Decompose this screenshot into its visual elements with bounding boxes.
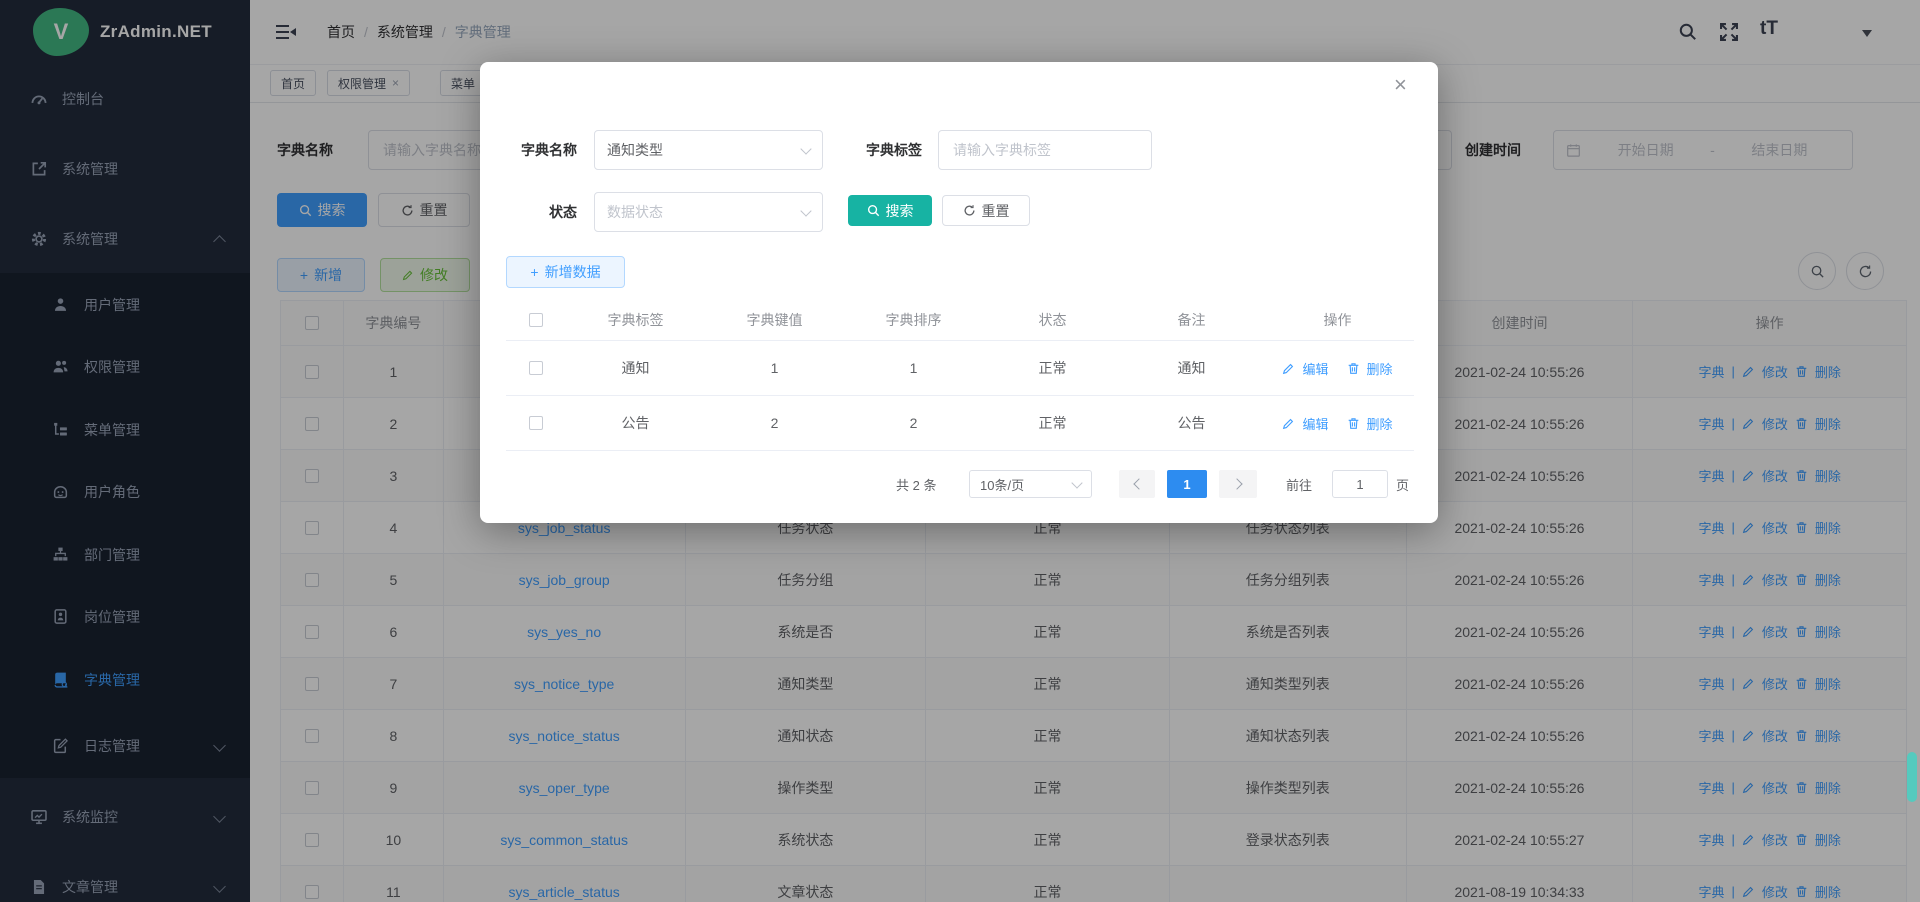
dict-data-table-header: 字典标签 字典键值 字典排序 状态 备注 操作 — [506, 300, 1414, 341]
goto-unit-label: 页 — [1396, 470, 1409, 498]
chevron-down-icon — [800, 205, 811, 216]
dict-data-row: 公告 2 2 正常 公告 编辑 删除 — [506, 396, 1414, 451]
chevron-down-icon — [1071, 477, 1082, 488]
cell-dict-status: 正常 — [983, 341, 1122, 395]
modal-row-delete-link[interactable]: 删除 — [1367, 359, 1393, 378]
pagination-total: 共 2 条 — [896, 470, 936, 498]
modal-select-all-checkbox[interactable] — [529, 313, 543, 327]
cell-dict-remark: 通知 — [1122, 341, 1261, 395]
modal-row-edit-link[interactable]: 编辑 — [1302, 414, 1328, 433]
cell-dict-sort: 2 — [844, 396, 983, 450]
modal-dict-tag-input[interactable] — [938, 130, 1152, 170]
cell-dict-value: 2 — [705, 396, 844, 450]
edit-pen-icon — [1282, 417, 1295, 430]
cell-dict-label: 公告 — [566, 396, 705, 450]
dict-data-dialog: × 字典名称 通知类型 字典标签 状态 数据状态 搜索 重置 +新增数据 — [480, 62, 1438, 523]
modal-status-label: 状态 — [505, 192, 577, 232]
modal-dict-name-select[interactable]: 通知类型 — [594, 130, 823, 170]
trash-icon — [1347, 417, 1360, 430]
modal-dict-name-label: 字典名称 — [505, 130, 577, 170]
modal-reset-button[interactable]: 重置 — [942, 195, 1030, 226]
edit-pen-icon — [1282, 362, 1295, 375]
cell-dict-ops: 编辑 删除 — [1261, 396, 1414, 450]
modal-dict-tag-label: 字典标签 — [852, 130, 922, 170]
cell-dict-remark: 公告 — [1122, 396, 1261, 450]
next-page-button[interactable] — [1219, 470, 1257, 498]
scrollbar-thumb[interactable] — [1907, 752, 1917, 802]
modal-add-data-button[interactable]: +新增数据 — [506, 256, 625, 288]
page-size-select[interactable]: 10条/页 — [969, 470, 1092, 498]
cell-dict-ops: 编辑 删除 — [1261, 341, 1414, 395]
modal-search-button[interactable]: 搜索 — [848, 195, 932, 226]
cell-dict-sort: 1 — [844, 341, 983, 395]
cell-dict-label: 通知 — [566, 341, 705, 395]
modal-row-delete-link[interactable]: 删除 — [1367, 414, 1393, 433]
prev-page-button[interactable] — [1119, 470, 1155, 498]
dict-data-row: 通知 1 1 正常 通知 编辑 删除 — [506, 341, 1414, 396]
cell-dict-status: 正常 — [983, 396, 1122, 450]
app-screen: V ZrAdmin.NET 控制台 系统管理 系统管理 用户管理 — [0, 0, 1920, 902]
modal-status-select[interactable]: 数据状态 — [594, 192, 823, 232]
page-1-button[interactable]: 1 — [1167, 470, 1207, 498]
modal-row-checkbox[interactable] — [529, 361, 543, 375]
trash-icon — [1347, 362, 1360, 375]
modal-row-edit-link[interactable]: 编辑 — [1302, 359, 1328, 378]
goto-page-input[interactable] — [1332, 470, 1388, 498]
close-icon[interactable]: × — [1394, 74, 1407, 96]
chevron-down-icon — [800, 143, 811, 154]
cell-dict-value: 1 — [705, 341, 844, 395]
modal-row-checkbox[interactable] — [529, 416, 543, 430]
dict-data-table: 字典标签 字典键值 字典排序 状态 备注 操作 通知 1 1 正常 通知 编辑 — [506, 300, 1414, 451]
goto-label: 前往 — [1286, 470, 1312, 498]
